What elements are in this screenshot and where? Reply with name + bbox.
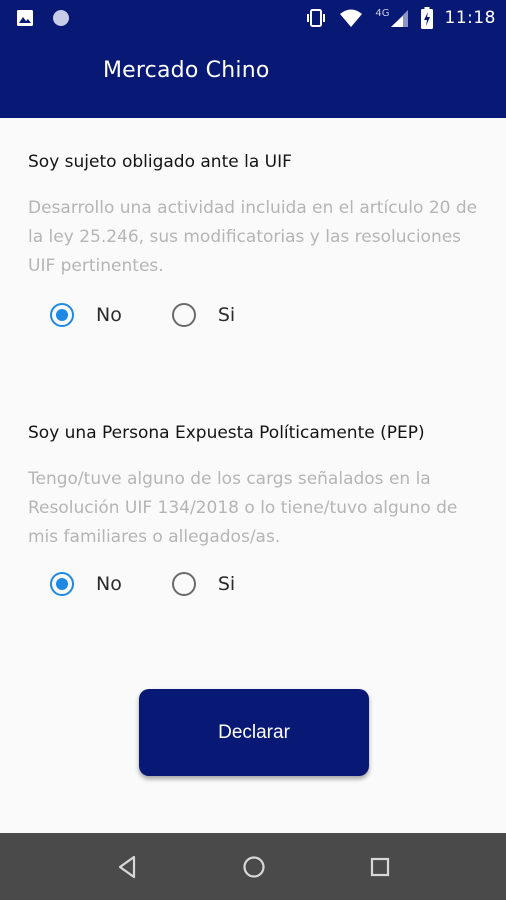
app-header: 4G 11:18 Mercado Chino	[0, 0, 506, 118]
uif-description: Desarrollo una actividad incluida en el …	[28, 198, 478, 276]
status-time: 11:18	[444, 8, 496, 28]
battery-charging-icon	[420, 7, 433, 29]
network-label: 4G	[375, 8, 390, 19]
uif-radio-si[interactable]: Si	[171, 303, 236, 327]
radio-selected-icon	[50, 303, 74, 327]
app-title: Mercado Chino	[103, 58, 270, 83]
signal-icon: 4G	[375, 8, 408, 28]
uif-radio-group: No Si	[50, 301, 235, 329]
uif-title: Soy sujeto obligado ante la UIF	[28, 152, 292, 172]
circle-notification-icon	[52, 9, 70, 27]
uif-section: Soy sujeto obligado ante la UIF Desarrol…	[28, 150, 488, 281]
status-bar: 4G 11:18	[0, 0, 506, 36]
uif-radio-no-label: No	[96, 304, 122, 326]
pep-radio-si[interactable]: Si	[171, 572, 236, 596]
radio-unselected-icon	[171, 303, 196, 327]
pep-title: Soy una Persona Expuesta Políticamente (…	[28, 423, 425, 443]
pep-radio-no[interactable]: No	[50, 572, 122, 596]
image-icon	[16, 9, 34, 27]
uif-radio-si-label: Si	[217, 304, 236, 326]
pep-radio-group: No Si	[50, 570, 235, 598]
radio-unselected-icon	[171, 572, 196, 596]
vibrate-icon	[305, 8, 327, 28]
uif-radio-no[interactable]: No	[50, 303, 122, 327]
pep-description: Tengo/tuve alguno de los cargs señalados…	[28, 469, 458, 547]
pep-radio-no-label: No	[96, 573, 122, 595]
pep-section: Soy una Persona Expuesta Políticamente (…	[28, 421, 488, 552]
declarar-button[interactable]: Declarar	[139, 689, 369, 776]
radio-selected-icon	[50, 572, 74, 596]
home-icon[interactable]	[242, 855, 266, 883]
back-icon[interactable]	[116, 855, 138, 883]
app-screen: 4G 11:18 Mercado Chino Soy sujeto obliga…	[0, 0, 506, 900]
recents-icon[interactable]	[369, 855, 391, 883]
pep-radio-si-label: Si	[217, 573, 236, 595]
wifi-icon	[339, 8, 363, 28]
navigation-bar	[0, 833, 506, 900]
